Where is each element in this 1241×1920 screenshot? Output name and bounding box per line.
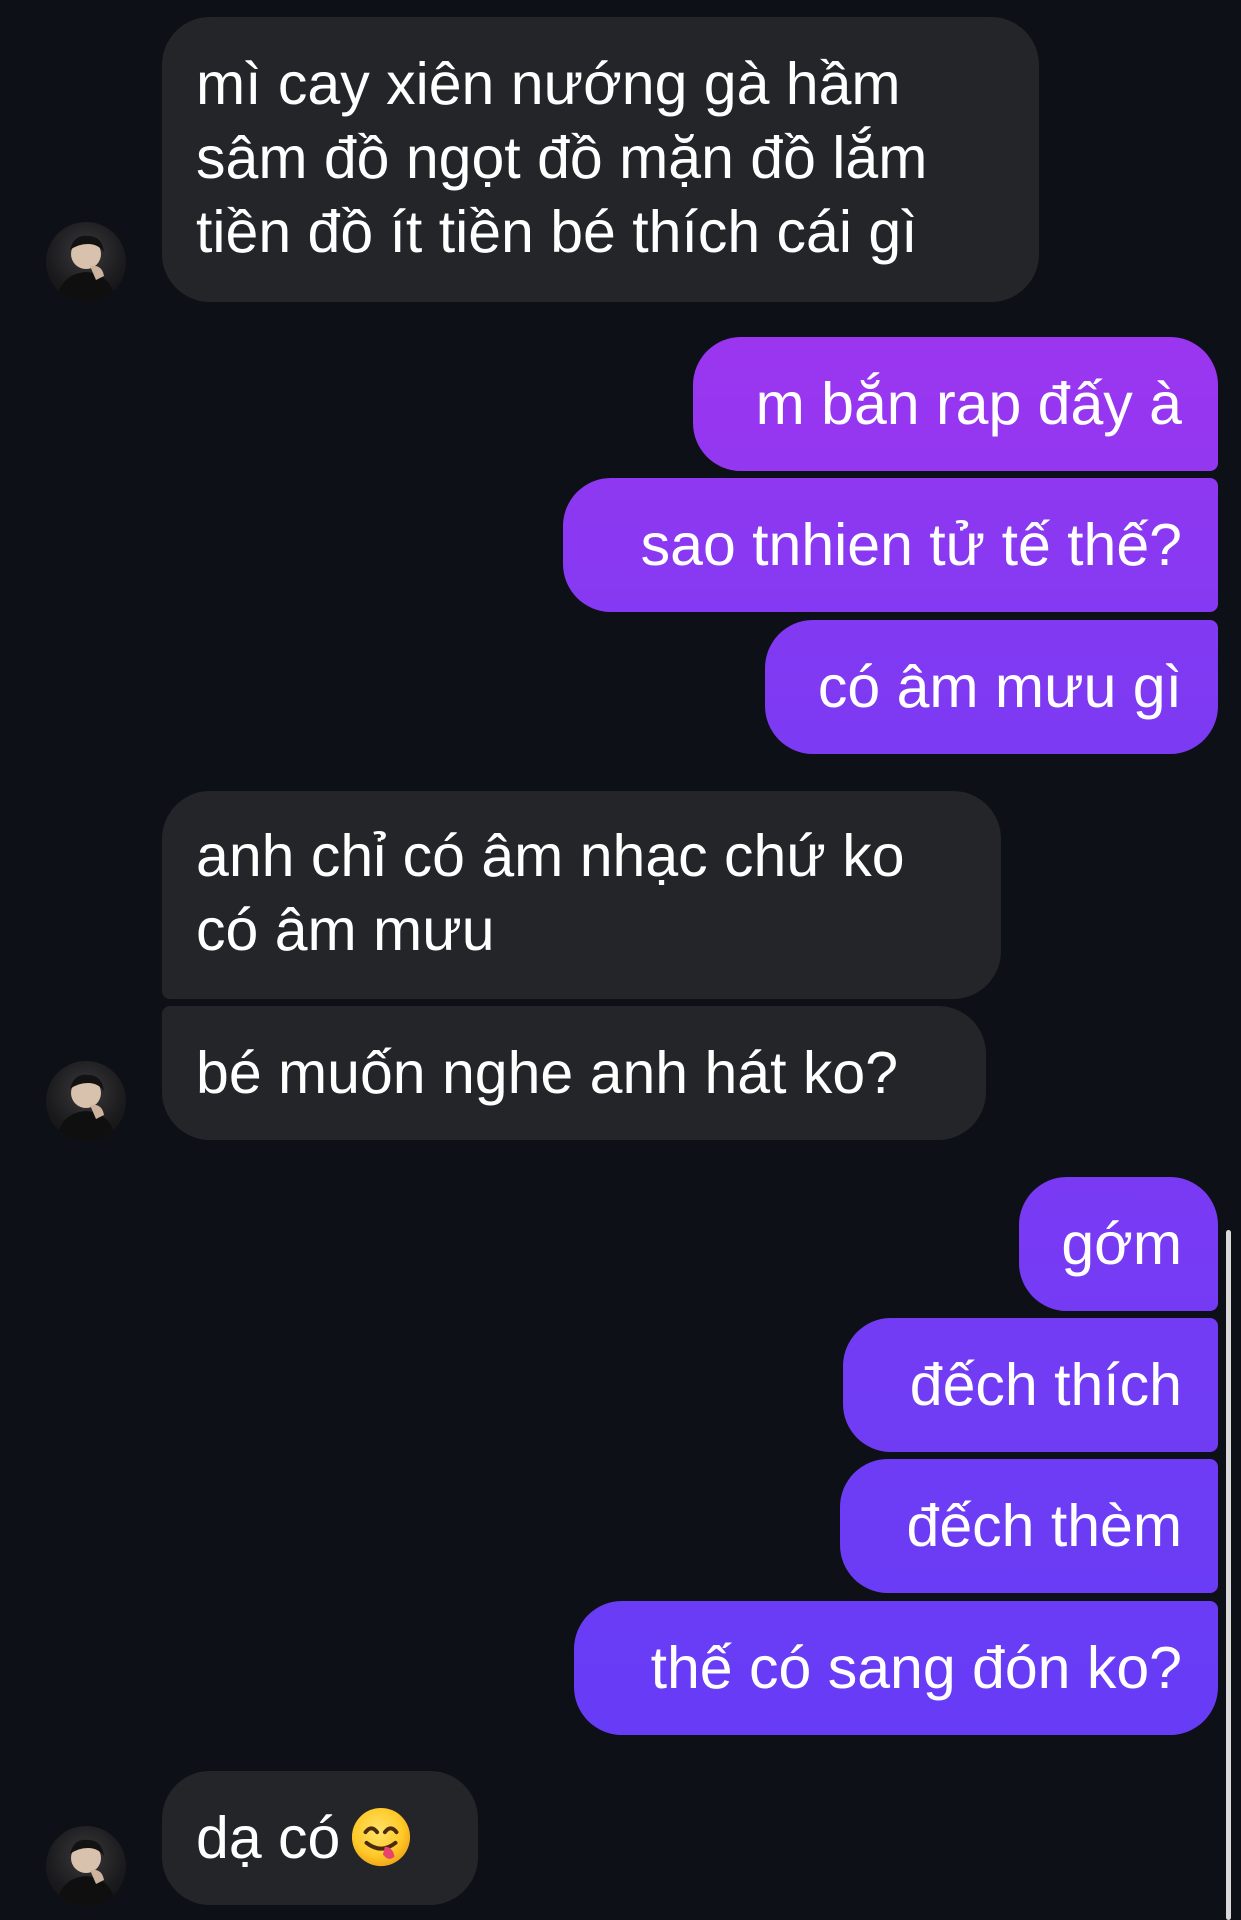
contact-avatar-icon[interactable] xyxy=(46,1061,126,1141)
message-bubble-sent[interactable]: đếch thèm xyxy=(840,1459,1218,1593)
message-bubble-sent[interactable]: sao tnhien tử tế thế? xyxy=(563,478,1218,612)
contact-avatar-icon[interactable] xyxy=(46,1826,126,1906)
message-text: bé muốn nghe anh hát ko? xyxy=(196,1040,899,1106)
message-text: đếch thích xyxy=(909,1352,1182,1418)
contact-avatar-icon[interactable] xyxy=(46,222,126,302)
message-text: gớm xyxy=(1061,1211,1182,1277)
message-text: sao tnhien tử tế thế? xyxy=(640,512,1182,578)
message-text: m bắn rap đấy à xyxy=(755,371,1182,437)
message-bubble-sent[interactable]: đếch thích xyxy=(843,1318,1218,1452)
message-bubble-received[interactable]: mì cay xiên nướng gà hầm sâm đồ ngọt đồ … xyxy=(162,17,1039,302)
message-text: mì cay xiên nướng gà hầm sâm đồ ngọt đồ … xyxy=(196,51,928,265)
message-bubble-sent[interactable]: m bắn rap đấy à xyxy=(693,337,1218,471)
message-text: anh chỉ có âm nhạc chứ ko có âm mưu xyxy=(196,823,905,963)
message-bubble-sent[interactable]: thế có sang đón ko? xyxy=(574,1601,1218,1735)
message-text: thế có sang đón ko? xyxy=(650,1635,1182,1701)
message-bubble-received[interactable]: anh chỉ có âm nhạc chứ ko có âm mưu xyxy=(162,791,1001,999)
message-bubble-sent[interactable]: gớm xyxy=(1019,1177,1218,1311)
message-bubble-sent[interactable]: có âm mưu gì xyxy=(765,620,1218,754)
message-text: đếch thèm xyxy=(906,1493,1183,1559)
scrollbar-thumb[interactable] xyxy=(1226,1230,1231,1920)
message-bubble-received[interactable]: dạ có xyxy=(162,1771,478,1905)
message-bubble-received[interactable]: bé muốn nghe anh hát ko? xyxy=(162,1006,986,1140)
face-savoring-food-emoji xyxy=(352,1807,411,1867)
message-text: có âm mưu gì xyxy=(817,654,1182,720)
message-text: dạ có xyxy=(196,1801,444,1875)
